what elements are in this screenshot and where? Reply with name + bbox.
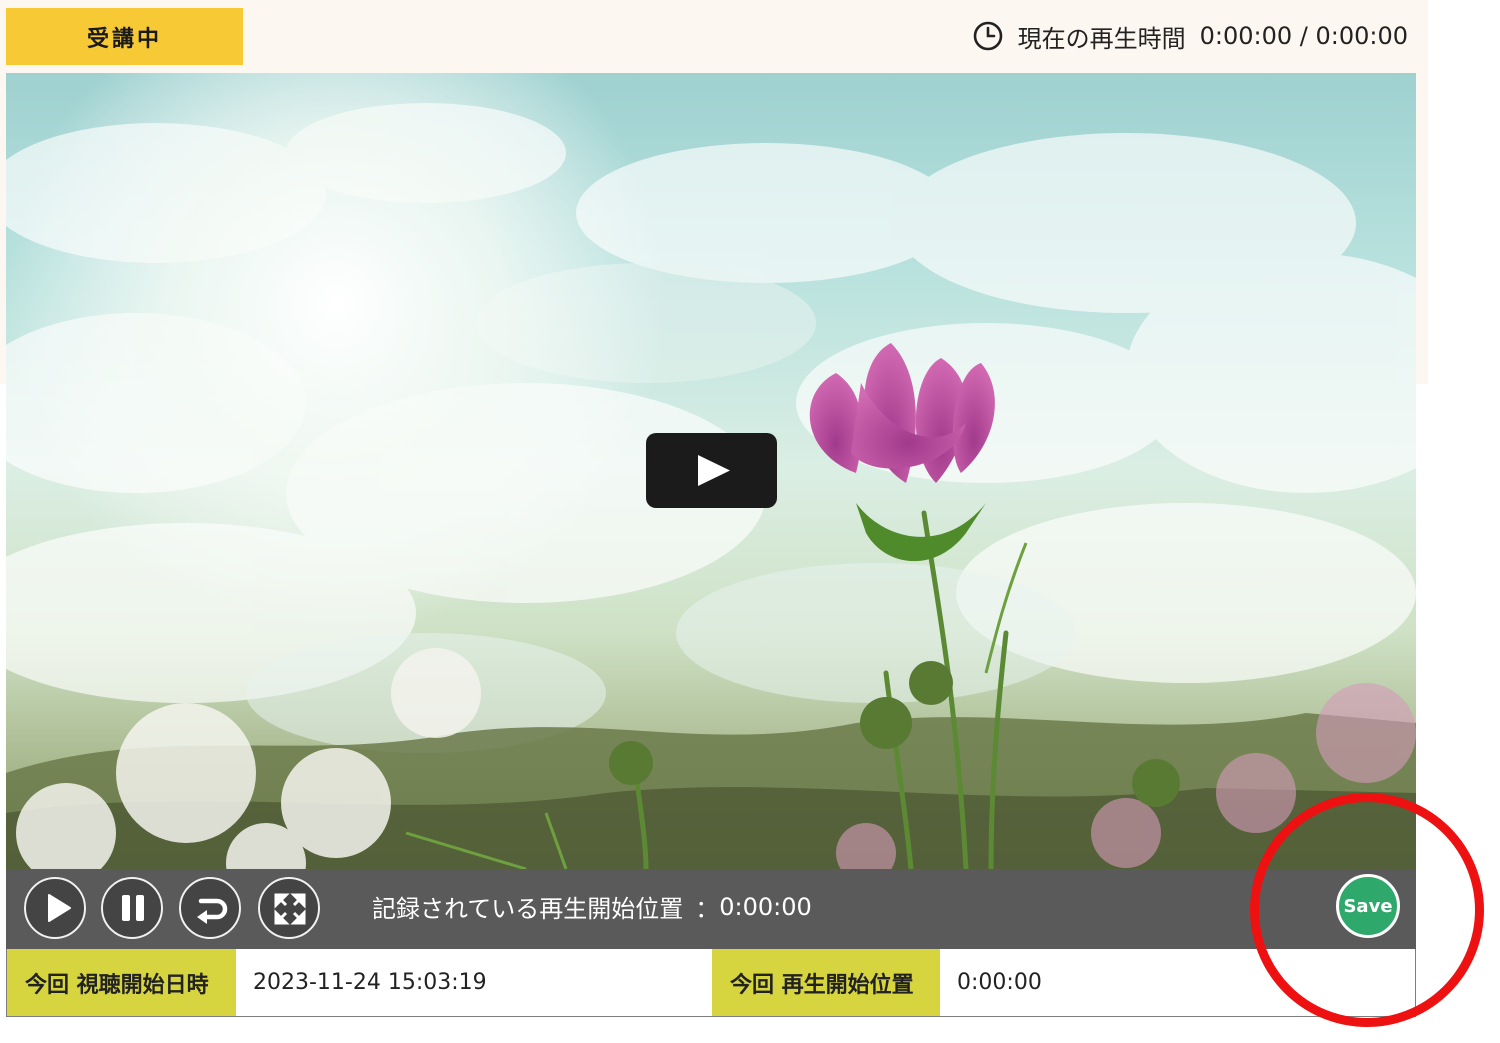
- recorded-separator: ：: [695, 895, 720, 923]
- view-start-label: 今回 視聴開始日時: [7, 949, 236, 1016]
- session-info-row: 今回 視聴開始日時 2023-11-24 15:03:19 今回 再生開始位置 …: [6, 949, 1416, 1017]
- play-start-value: 0:00:00: [957, 970, 1042, 995]
- fullscreen-button[interactable]: [258, 877, 320, 939]
- play-start-label: 今回 再生開始位置: [712, 949, 940, 1016]
- video-player[interactable]: [6, 73, 1416, 869]
- play-button[interactable]: [24, 877, 86, 939]
- save-button[interactable]: Save: [1336, 874, 1400, 938]
- status-badge: 受講中: [6, 8, 243, 65]
- recorded-start-position: 記録されている再生開始位置 ： 0:00:00: [372, 889, 812, 924]
- view-start-value: 2023-11-24 15:03:19: [253, 970, 487, 995]
- current-time-label: 現在の再生時間: [1017, 24, 1186, 53]
- control-bar: 記録されている再生開始位置 ： 0:00:00 Save: [6, 869, 1416, 949]
- play-overlay-button[interactable]: [646, 433, 777, 508]
- recorded-value: 0:00:00: [719, 892, 812, 921]
- restart-button[interactable]: [179, 877, 241, 939]
- pause-button[interactable]: [101, 877, 163, 939]
- clock-icon: [972, 20, 1004, 52]
- current-time-display: 現在の再生時間 0:00:00 / 0:00:00: [972, 18, 1408, 54]
- recorded-label: 記録されている再生開始位置: [372, 895, 684, 923]
- current-time-value: 0:00:00 / 0:00:00: [1199, 22, 1408, 50]
